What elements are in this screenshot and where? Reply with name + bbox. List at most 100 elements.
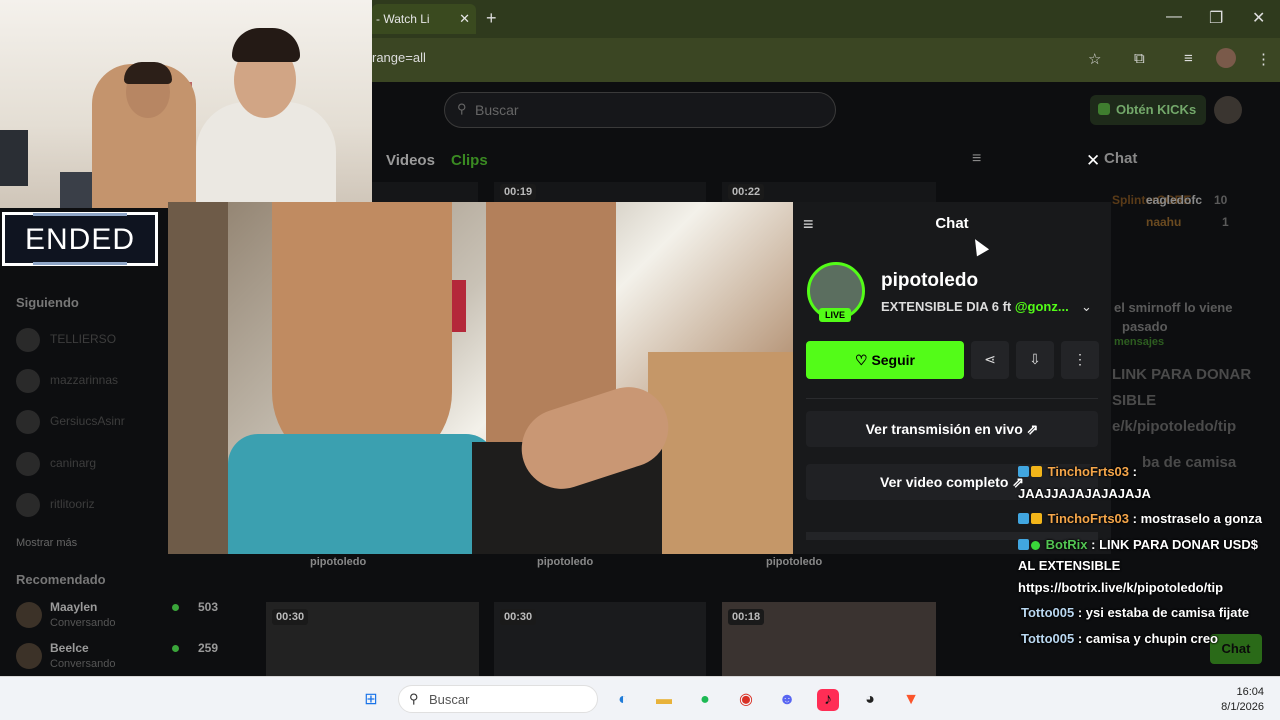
following-name: ritlitooriz bbox=[50, 497, 95, 511]
following-item[interactable]: GersiucsAsinr bbox=[16, 410, 166, 434]
following-item[interactable]: TELLIERSO bbox=[16, 328, 166, 352]
following-item[interactable]: ritlitooriz bbox=[16, 493, 166, 517]
bg-chat-text: SIBLE bbox=[1112, 392, 1157, 409]
person-right-hair bbox=[232, 28, 300, 62]
share-icon[interactable]: ⋖ bbox=[971, 341, 1009, 379]
person-left-hair bbox=[124, 62, 172, 84]
clip-duration: 00:30 bbox=[500, 609, 537, 625]
screen: - Watch Li ✕ + — ❐ ✕ range=all ☆ ⧉ ≡ ⋮ ⚲… bbox=[0, 0, 1280, 720]
clip-thumb[interactable] bbox=[372, 182, 478, 202]
recommended-item[interactable]: Maaylen Conversando 503 bbox=[16, 600, 226, 636]
chat-username: TinchoFrts03 bbox=[1047, 511, 1130, 526]
chat-text: https://botrix.live/k/pipotoledo/tip bbox=[1018, 580, 1224, 595]
tab-title: - Watch Li bbox=[376, 12, 430, 26]
chat-popup: ≡ Chat LIVE pipotoledo EXTENSIBLE DIA 6 … bbox=[793, 202, 1111, 554]
viewer-count: 259 bbox=[198, 641, 219, 655]
bg-chat-count: 10 bbox=[1214, 193, 1228, 207]
bg-chat-close-icon[interactable]: ✕ bbox=[1086, 151, 1100, 171]
discord-icon[interactable]: ☻ bbox=[776, 689, 798, 711]
bg-chat-menu-icon[interactable]: ≡ bbox=[972, 150, 981, 168]
extensions-icon[interactable]: ⧉ bbox=[1134, 50, 1145, 67]
recommended-item[interactable]: Beelce Conversando 259 bbox=[16, 641, 226, 677]
clip-channel-label: pipotoledo bbox=[310, 556, 367, 568]
watch-live-label: Ver transmisión en vivo bbox=[865, 421, 1023, 437]
system-clock[interactable]: 16:04 8/1/2026 bbox=[1200, 685, 1264, 715]
recommended-category: Conversando bbox=[50, 617, 116, 629]
video-door bbox=[168, 202, 228, 554]
channel-name[interactable]: pipotoledo bbox=[881, 270, 978, 292]
site-search-input[interactable]: ⚲ Buscar bbox=[444, 92, 836, 128]
following-item[interactable]: mazzarinnas bbox=[16, 369, 166, 393]
ended-label: ENDED bbox=[24, 223, 135, 256]
stream-title-mention[interactable]: @gonz... bbox=[1015, 299, 1069, 314]
clip-channel-label: pipotoledo bbox=[537, 556, 594, 568]
chat-message: BotRix : LINK PARA DONAR USD$ bbox=[1018, 537, 1258, 552]
verified-icon bbox=[1031, 541, 1040, 550]
chat-message: TinchoFrts03 : bbox=[1018, 464, 1137, 479]
browser-tab[interactable]: - Watch Li ✕ bbox=[372, 4, 476, 34]
clip-duration: 00:22 bbox=[728, 184, 765, 200]
badge-icon bbox=[1018, 513, 1029, 524]
download-icon[interactable]: ⇩ bbox=[1016, 341, 1054, 379]
live-dot-icon bbox=[172, 645, 179, 652]
minimize-icon[interactable]: — bbox=[1166, 8, 1182, 26]
chrome-icon[interactable]: ◉ bbox=[735, 689, 757, 711]
browser-menu-icon[interactable]: ⋮ bbox=[1256, 50, 1271, 68]
profile-avatar[interactable] bbox=[1216, 48, 1236, 68]
chat-message: https://botrix.live/k/pipotoledo/tip bbox=[1018, 580, 1223, 595]
chat-text: : camisa y chupin creo bbox=[1074, 631, 1218, 646]
edge-icon[interactable]: ◐ bbox=[612, 689, 634, 711]
badge-icon bbox=[1018, 539, 1029, 550]
chat-message: AL EXTENSIBLE bbox=[1018, 558, 1120, 573]
recommended-heading: Recomendado bbox=[16, 572, 106, 587]
taskbar: ⊞ ⚲ Buscar ◐ ▬ ● ◉ ☻ ♪ ◕ ▼ 16:04 8/1/202… bbox=[0, 676, 1280, 720]
tiktok-icon[interactable]: ♪ bbox=[817, 689, 839, 711]
windows-start-icon[interactable]: ⊞ bbox=[360, 689, 382, 711]
maximize-icon[interactable]: ❐ bbox=[1209, 8, 1223, 28]
url-field[interactable]: range=all bbox=[372, 50, 426, 65]
media-control-icon[interactable]: ≡ bbox=[1184, 50, 1193, 67]
brave-icon[interactable]: ▼ bbox=[900, 689, 922, 711]
live-dot-icon bbox=[172, 604, 179, 611]
video-shorts bbox=[228, 434, 496, 554]
badge-icon bbox=[1018, 466, 1029, 477]
taskbar-search[interactable]: ⚲ Buscar bbox=[398, 685, 598, 713]
window-close-icon[interactable]: ✕ bbox=[1252, 8, 1265, 28]
badge-bottom-bar bbox=[33, 262, 127, 265]
get-kicks-button[interactable]: Obtén KICKs bbox=[1090, 95, 1206, 125]
tab-videos[interactable]: Videos bbox=[386, 152, 435, 169]
bg-chat-text: ba de camisa bbox=[1142, 454, 1237, 471]
bg-chat-text: LINK PARA DONAR bbox=[1112, 366, 1252, 383]
recommended-name: Beelce bbox=[50, 641, 89, 655]
user-avatar[interactable] bbox=[1214, 96, 1242, 124]
bg-chat-text: mensajes bbox=[1114, 336, 1165, 348]
chat-username: BotRix bbox=[1045, 537, 1088, 552]
new-tab-icon[interactable]: + bbox=[486, 8, 497, 29]
bg-chat-text: el smirnoff lo viene bbox=[1114, 300, 1233, 315]
file-explorer-icon[interactable]: ▬ bbox=[653, 689, 675, 711]
chat-text: AL EXTENSIBLE bbox=[1018, 558, 1121, 573]
following-item[interactable]: caninarg bbox=[16, 452, 166, 476]
bookmark-star-icon[interactable]: ☆ bbox=[1088, 50, 1101, 68]
heart-icon: ♡ bbox=[854, 352, 868, 368]
more-options-icon[interactable]: ⋮ bbox=[1061, 341, 1099, 379]
tab-clips[interactable]: Clips bbox=[451, 152, 488, 169]
clip-duration: 00:30 bbox=[272, 609, 309, 625]
watch-live-button[interactable]: Ver transmisión en vivo ⇗ bbox=[806, 411, 1098, 447]
divider bbox=[806, 398, 1098, 399]
show-more-link[interactable]: Mostrar más bbox=[16, 537, 77, 549]
chat-username: Totto005 bbox=[1021, 605, 1075, 620]
site-search-placeholder: Buscar bbox=[475, 102, 519, 118]
video-player[interactable] bbox=[168, 202, 793, 554]
clip-channel-label: pipotoledo bbox=[766, 556, 823, 568]
video-person-left bbox=[272, 202, 452, 472]
chat-popup-title: Chat bbox=[935, 215, 969, 232]
following-name: mazzarinnas bbox=[50, 373, 119, 387]
spotify-icon[interactable]: ● bbox=[694, 689, 716, 711]
kicks-icon bbox=[1098, 103, 1110, 115]
follow-button[interactable]: ♡ Seguir bbox=[806, 341, 964, 379]
chevron-down-icon[interactable]: ⌄ bbox=[1081, 299, 1092, 315]
app-icon[interactable]: ◕ bbox=[859, 689, 881, 711]
tab-close-icon[interactable]: ✕ bbox=[459, 11, 470, 27]
avatar bbox=[16, 328, 40, 352]
